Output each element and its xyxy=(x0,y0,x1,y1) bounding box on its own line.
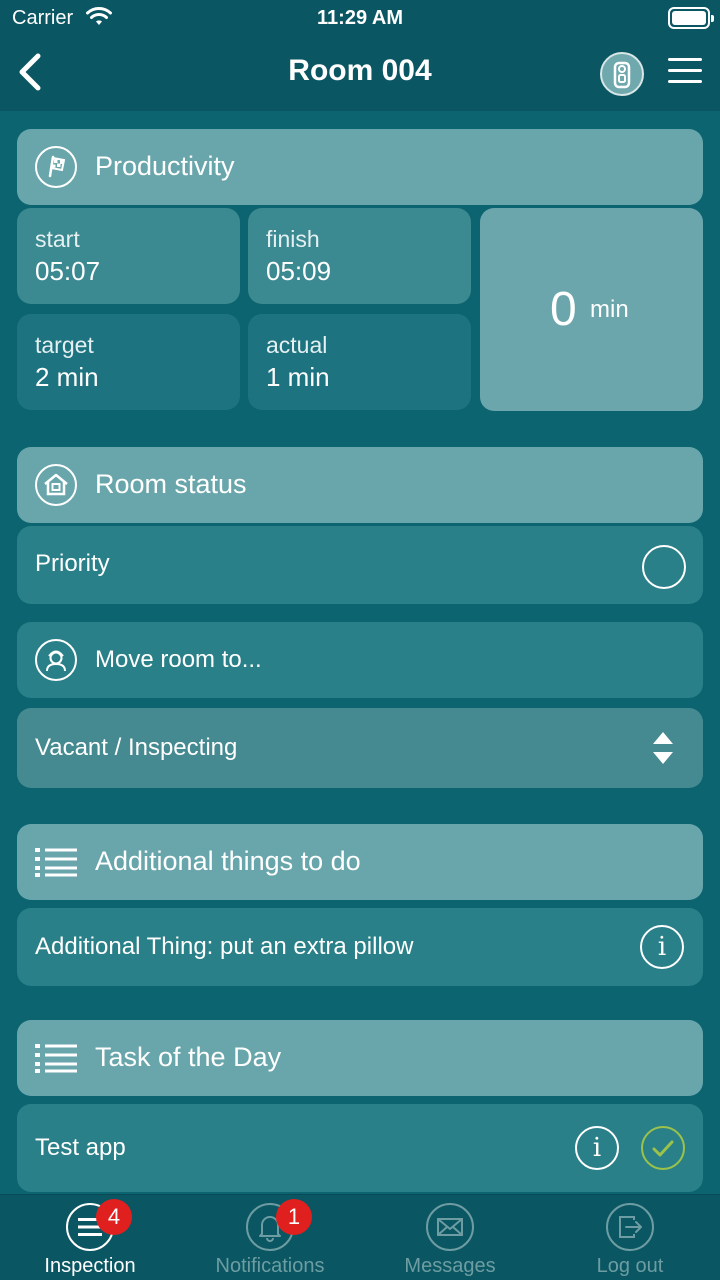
elapsed-value: 0 xyxy=(550,283,577,336)
info-button[interactable]: i xyxy=(575,1126,619,1170)
room-status-title: Room status xyxy=(95,469,247,499)
list-icon xyxy=(35,1044,77,1073)
elapsed-timer-tile: 0 min xyxy=(480,208,703,411)
menu-line xyxy=(668,80,702,83)
selected-status: Vacant / Inspecting xyxy=(35,734,238,761)
info-button[interactable]: i xyxy=(640,925,684,969)
target-tile: target 2 min xyxy=(17,314,240,410)
start-label: start xyxy=(35,226,80,252)
tab-label: Inspection xyxy=(44,1255,136,1277)
priority-row[interactable]: Priority xyxy=(17,526,703,604)
tab-label: Messages xyxy=(404,1255,496,1277)
task-row[interactable]: Test app i xyxy=(17,1104,703,1192)
menu-line xyxy=(668,69,702,72)
envelope-icon xyxy=(426,1203,474,1251)
tab-label: Log out xyxy=(596,1255,664,1277)
productivity-title: Productivity xyxy=(95,151,235,181)
target-value: 2 min xyxy=(35,362,99,392)
tab-log-out[interactable]: Log out xyxy=(540,1195,720,1280)
actual-label: actual xyxy=(266,332,328,358)
priority-label: Priority xyxy=(35,550,110,577)
elapsed-unit: min xyxy=(590,296,629,323)
tab-label: Notifications xyxy=(215,1255,325,1277)
actual-value: 1 min xyxy=(266,362,330,392)
notifications-badge: 1 xyxy=(276,1199,312,1235)
finish-tile: finish 05:09 xyxy=(248,208,471,304)
tab-messages[interactable]: Messages xyxy=(360,1195,540,1280)
housekeeper-icon xyxy=(35,639,77,681)
door-hanger-icon xyxy=(613,61,631,89)
nav-bar: Room 004 xyxy=(0,38,720,111)
start-tile: start 05:07 xyxy=(17,208,240,304)
task-of-day-header: Task of the Day xyxy=(17,1020,703,1096)
finish-label: finish xyxy=(266,226,320,252)
door-hanger-button[interactable] xyxy=(600,52,644,96)
target-label: target xyxy=(35,332,94,358)
tab-notifications[interactable]: 1 Notifications xyxy=(180,1195,360,1280)
house-icon xyxy=(35,464,77,506)
actual-tile: actual 1 min xyxy=(248,314,471,410)
room-status-select[interactable]: Vacant / Inspecting xyxy=(17,708,703,788)
menu-line xyxy=(668,58,702,61)
task-of-day-title: Task of the Day xyxy=(95,1042,282,1072)
tab-bar: 4 Inspection 1 Notifications Messages Lo… xyxy=(0,1194,720,1280)
logout-icon xyxy=(606,1203,654,1251)
productivity-header: Productivity xyxy=(17,129,703,205)
additional-things-header: Additional things to do xyxy=(17,824,703,900)
top-bar: Carrier 11:29 AM Room 004 xyxy=(0,0,720,111)
checkered-flag-icon xyxy=(35,146,77,188)
finish-value: 05:09 xyxy=(266,256,332,286)
task-label: Test app xyxy=(35,1134,126,1161)
menu-button[interactable] xyxy=(668,58,704,84)
check-icon xyxy=(652,1140,674,1157)
start-value: 05:07 xyxy=(35,256,101,286)
status-time: 11:29 AM xyxy=(317,7,403,29)
battery-icon xyxy=(668,7,714,29)
additional-thing-label: Additional Thing: put an extra pillow xyxy=(35,933,414,960)
inspection-badge: 4 xyxy=(96,1199,132,1235)
move-room-label: Move room to... xyxy=(95,646,262,673)
status-bar: Carrier 11:29 AM xyxy=(0,0,720,38)
additional-thing-row[interactable]: Additional Thing: put an extra pillow i xyxy=(17,908,703,986)
move-room-row: Move room to... xyxy=(17,622,703,698)
complete-check-button[interactable] xyxy=(641,1126,685,1170)
up-down-arrows-icon xyxy=(653,732,673,764)
priority-toggle[interactable] xyxy=(642,545,686,589)
room-status-header: Room status xyxy=(17,447,703,523)
list-icon xyxy=(35,848,77,877)
additional-things-title: Additional things to do xyxy=(95,846,361,876)
tab-inspection[interactable]: 4 Inspection xyxy=(0,1195,180,1280)
